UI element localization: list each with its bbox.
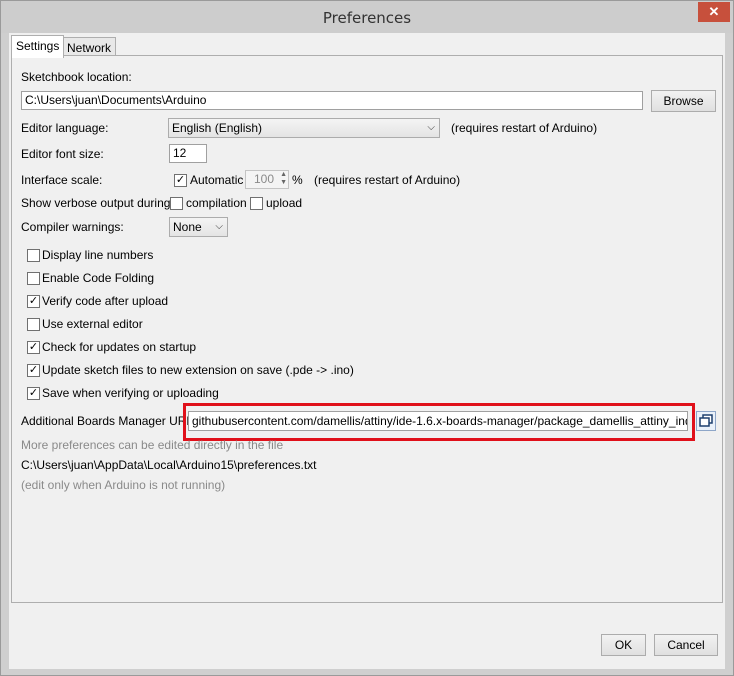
automatic-scale-label: Automatic — [190, 173, 244, 187]
spin-arrows[interactable]: ▲ ▼ — [280, 171, 287, 187]
scale-restart-note: (requires restart of Arduino) — [314, 173, 461, 187]
chevron-down-icon: ⌵ — [215, 221, 223, 232]
check-icon: ✓ — [28, 364, 39, 376]
close-button[interactable]: ✕ — [698, 2, 730, 22]
boards-manager-urls-label: Additional Boards Manager URLs: — [21, 414, 203, 428]
compiler-warnings-select[interactable]: None ⌵ — [169, 217, 228, 237]
font-size-input[interactable]: 12 — [169, 144, 207, 163]
close-icon: ✕ — [708, 4, 720, 19]
check-icon: ✓ — [28, 341, 39, 353]
verbose-compilation-checkbox[interactable] — [170, 197, 183, 210]
use-external-editor-checkbox[interactable] — [27, 318, 40, 331]
verbose-output-label: Show verbose output during: — [21, 196, 174, 210]
dialog-body: Settings Network Sketchbook location: C:… — [9, 33, 725, 669]
preferences-file-path: C:\Users\juan\AppData\Local\Arduino15\pr… — [21, 458, 317, 472]
scale-unit: % — [292, 173, 303, 187]
interface-scale-label: Interface scale: — [21, 173, 103, 187]
verbose-compilation-label: compilation — [186, 196, 247, 210]
scale-spinner[interactable]: 100 ▲ ▼ — [245, 170, 289, 189]
display-line-numbers-label: Display line numbers — [42, 248, 154, 262]
enable-code-folding-label: Enable Code Folding — [42, 271, 155, 285]
display-line-numbers-checkbox[interactable] — [27, 249, 40, 262]
spin-up-icon: ▲ — [280, 171, 287, 178]
boards-manager-urls-input[interactable]: githubusercontent.com/damellis/attiny/id… — [188, 411, 688, 431]
preferences-window: Preferences ✕ Settings Network Sketchboo… — [0, 0, 734, 676]
compiler-warnings-value: None — [173, 220, 202, 234]
editor-language-select[interactable]: English (English) ⌵ — [168, 118, 440, 138]
update-extension-label: Update sketch files to new extension on … — [42, 363, 354, 377]
window-list-icon — [699, 414, 713, 427]
editor-language-label: Editor language: — [21, 121, 109, 135]
check-icon: ✓ — [28, 295, 39, 307]
edit-warning-note: (edit only when Arduino is not running) — [21, 478, 226, 492]
window-list-button[interactable] — [696, 411, 716, 431]
language-restart-note: (requires restart of Arduino) — [451, 121, 598, 135]
enable-code-folding-checkbox[interactable] — [27, 272, 40, 285]
check-updates-label: Check for updates on startup — [42, 340, 197, 354]
tab-settings[interactable]: Settings — [11, 35, 65, 58]
editor-language-value: English (English) — [172, 121, 263, 135]
automatic-scale-checkbox[interactable]: ✓ — [174, 174, 187, 187]
font-size-label: Editor font size: — [21, 147, 104, 161]
sketchbook-location-input[interactable]: C:\Users\juan\Documents\Arduino — [21, 91, 643, 110]
sketchbook-label: Sketchbook location: — [21, 70, 132, 84]
cancel-button[interactable]: Cancel — [654, 634, 718, 656]
chevron-down-icon: ⌵ — [427, 122, 435, 133]
compiler-warnings-label: Compiler warnings: — [21, 220, 124, 234]
check-icon: ✓ — [175, 174, 186, 186]
browse-button[interactable]: Browse — [651, 90, 716, 112]
verify-after-upload-label: Verify code after upload — [42, 294, 169, 308]
verbose-upload-checkbox[interactable] — [250, 197, 263, 210]
window-title: Preferences — [322, 9, 412, 27]
update-extension-checkbox[interactable]: ✓ — [27, 364, 40, 377]
save-when-verifying-checkbox[interactable]: ✓ — [27, 387, 40, 400]
spin-down-icon: ▼ — [280, 179, 287, 186]
check-updates-checkbox[interactable]: ✓ — [27, 341, 40, 354]
check-icon: ✓ — [28, 387, 39, 399]
ok-button[interactable]: OK — [601, 634, 646, 656]
settings-panel: Sketchbook location: C:\Users\juan\Docum… — [11, 55, 723, 603]
verbose-upload-label: upload — [266, 196, 303, 210]
use-external-editor-label: Use external editor — [42, 317, 143, 331]
more-preferences-note: More preferences can be edited directly … — [21, 438, 284, 452]
title-bar[interactable]: Preferences ✕ — [1, 1, 733, 33]
save-when-verifying-label: Save when verifying or uploading — [42, 386, 219, 400]
verify-after-upload-checkbox[interactable]: ✓ — [27, 295, 40, 308]
